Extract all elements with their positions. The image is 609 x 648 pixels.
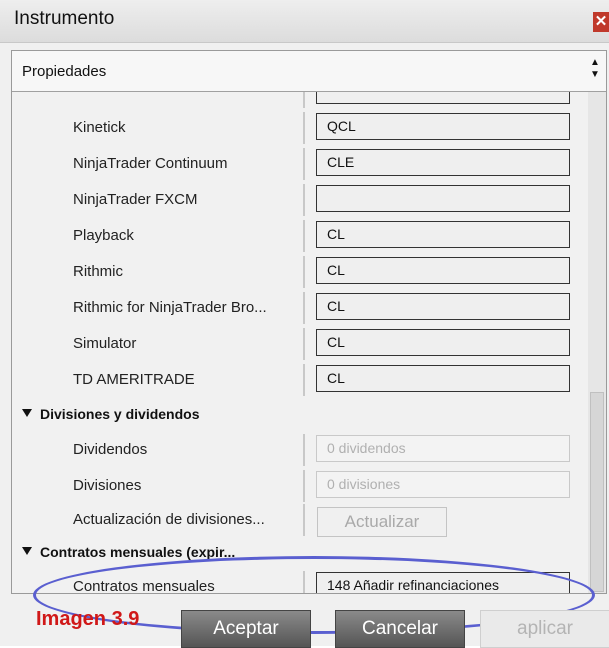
category-divisions[interactable]: Divisiones y dividendos: [12, 397, 588, 433]
ok-button[interactable]: Aceptar: [181, 610, 311, 648]
sort-spinner-icon[interactable]: ▲ ▼: [590, 57, 600, 81]
column-separator: [303, 92, 305, 108]
rollovers-row: Contratos mensuales 148 Añadir refinanci…: [12, 569, 588, 594]
property-row: TD AMERITRADE CL: [12, 362, 588, 398]
property-value[interactable]: CL: [316, 221, 570, 248]
property-row: Simulator CL: [12, 326, 588, 362]
collapse-triangle-icon[interactable]: [22, 547, 32, 555]
column-separator: [303, 434, 305, 466]
property-value[interactable]: QCL: [316, 113, 570, 140]
category-divisions-title: Divisiones y dividendos: [22, 406, 200, 422]
category-rollovers-title: Contratos mensuales (expir...: [22, 544, 236, 560]
property-value[interactable]: CL: [316, 293, 570, 320]
splits-row: Divisiones 0 divisiones: [12, 468, 588, 504]
property-value-partial[interactable]: [316, 92, 570, 104]
property-label: Rithmic: [73, 263, 124, 280]
update-splits-label: Actualización de divisiones...: [73, 511, 265, 528]
apply-button: aplicar: [480, 610, 609, 648]
scrollbar-thumb[interactable]: [590, 392, 604, 592]
category-rollovers-label: Contratos mensuales (expir...: [40, 544, 236, 560]
rollovers-label: Contratos mensuales: [73, 578, 215, 594]
property-row-partial: [12, 92, 588, 110]
category-rollovers[interactable]: Contratos mensuales (expir...: [12, 535, 588, 571]
instrument-dialog: Instrumento ✕ Propiedades ▲ ▼ Kinetick QC…: [0, 0, 609, 648]
figure-caption: Imagen 3.9: [36, 608, 140, 630]
property-row: Rithmic CL: [12, 254, 588, 290]
column-separator: [303, 184, 305, 216]
title-bar: Instrumento ✕: [0, 0, 609, 43]
column-separator: [303, 148, 305, 180]
properties-panel: Propiedades ▲ ▼ Kinetick QCL NinjaTrader …: [11, 50, 607, 594]
column-separator: [303, 364, 305, 396]
property-value[interactable]: [316, 185, 570, 212]
column-separator: [303, 292, 305, 324]
cancel-button[interactable]: Cancelar: [335, 610, 465, 648]
property-label: NinjaTrader Continuum: [73, 155, 228, 172]
property-label: Simulator: [73, 335, 137, 352]
column-separator: [303, 220, 305, 252]
property-row: Kinetick QCL: [12, 110, 588, 146]
column-separator: [303, 504, 305, 536]
column-separator: [303, 328, 305, 360]
collapse-triangle-icon[interactable]: [22, 409, 32, 417]
update-splits-button: Actualizar: [317, 507, 447, 537]
column-separator: [303, 470, 305, 502]
dividends-value: 0 dividendos: [316, 435, 570, 462]
close-icon[interactable]: ✕: [593, 12, 609, 32]
column-separator: [303, 571, 305, 593]
window-title: Instrumento: [14, 8, 115, 29]
property-row: NinjaTrader FXCM: [12, 182, 588, 218]
column-separator: [303, 256, 305, 288]
splits-label: Divisiones: [73, 477, 142, 494]
property-row: NinjaTrader Continuum CLE: [12, 146, 588, 182]
property-grid: Kinetick QCL NinjaTrader Continuum CLE N…: [12, 92, 588, 594]
vertical-scrollbar[interactable]: [588, 92, 606, 593]
properties-header[interactable]: Propiedades ▲ ▼: [12, 51, 606, 92]
property-value[interactable]: CL: [316, 257, 570, 284]
properties-header-label: Propiedades: [22, 63, 107, 80]
property-label: NinjaTrader FXCM: [73, 191, 198, 208]
property-value[interactable]: CLE: [316, 149, 570, 176]
column-separator: [303, 112, 305, 144]
update-splits-row: Actualización de divisiones... Actualiza…: [12, 502, 588, 538]
property-label: Playback: [73, 227, 134, 244]
property-value[interactable]: CL: [316, 365, 570, 392]
property-row: Playback CL: [12, 218, 588, 254]
rollovers-value[interactable]: 148 Añadir refinanciaciones: [316, 572, 570, 593]
splits-value: 0 divisiones: [316, 471, 570, 498]
dividends-row: Dividendos 0 dividendos: [12, 432, 588, 468]
property-row: Rithmic for NinjaTrader Bro... CL: [12, 290, 588, 326]
property-value[interactable]: CL: [316, 329, 570, 356]
property-label: TD AMERITRADE: [73, 371, 195, 388]
category-divisions-label: Divisiones y dividendos: [40, 406, 200, 422]
dividends-label: Dividendos: [73, 441, 148, 458]
property-label: Rithmic for NinjaTrader Bro...: [73, 299, 267, 316]
property-label: Kinetick: [73, 119, 126, 136]
